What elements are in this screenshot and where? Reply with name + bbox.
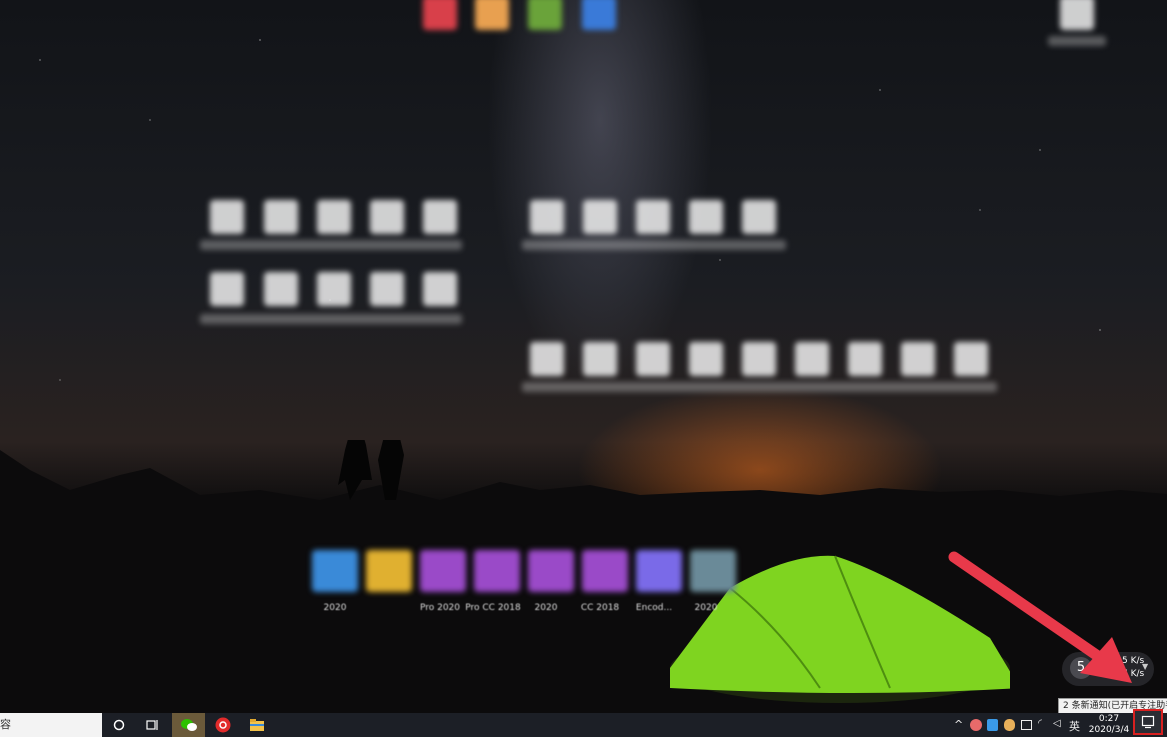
desktop-app-icon[interactable] xyxy=(366,550,412,592)
taskbar-app-file-explorer[interactable] xyxy=(244,713,270,737)
desktop-file-icon[interactable] xyxy=(636,342,670,376)
desktop-file-icon[interactable] xyxy=(530,200,564,234)
desktop-app-label: Encod... xyxy=(635,603,673,613)
desktop-file-icon[interactable] xyxy=(848,342,882,376)
desktop-file-icon[interactable] xyxy=(636,200,670,234)
desktop-file-icon[interactable] xyxy=(423,200,457,234)
input-method-indicator[interactable]: 英 xyxy=(1069,718,1080,734)
desktop-file-icon[interactable] xyxy=(264,200,298,234)
battery-icon[interactable] xyxy=(1021,720,1032,730)
desktop-file-icon[interactable] xyxy=(1060,0,1094,30)
cortana-circle-icon xyxy=(113,719,125,731)
desktop-file-icon[interactable] xyxy=(317,200,351,234)
desktop-app-label: 2020 xyxy=(694,603,718,613)
desktop-app-icon[interactable] xyxy=(474,550,520,592)
desktop-app-label: 2020 xyxy=(534,603,558,613)
wifi-icon[interactable]: ◜ xyxy=(1038,718,1042,729)
tray-avatar-icon[interactable] xyxy=(1004,719,1015,731)
desktop-file-icon[interactable] xyxy=(530,342,564,376)
desktop-app-icon[interactable] xyxy=(475,0,509,30)
desktop-file-icon[interactable] xyxy=(370,272,404,306)
desktop-app-icon[interactable] xyxy=(528,0,562,30)
desktop-file-icon[interactable] xyxy=(795,342,829,376)
clock-time: 0:27 xyxy=(1098,714,1120,724)
clock[interactable]: 0:27 2020/3/4 xyxy=(1088,714,1130,736)
volume-icon[interactable]: ◁ xyxy=(1053,718,1061,729)
desktop-app-label: 2020 xyxy=(323,603,347,613)
folder-icon xyxy=(250,719,264,731)
desktop-file-icon[interactable] xyxy=(210,200,244,234)
desktop-app-icon[interactable] xyxy=(423,0,457,30)
action-center-button[interactable] xyxy=(1133,709,1163,735)
security-shield-icon[interactable] xyxy=(987,719,998,731)
star-field xyxy=(0,0,1167,470)
notification-icon xyxy=(1141,715,1155,729)
desktop-file-icon[interactable] xyxy=(317,272,351,306)
desktop-app-icon[interactable] xyxy=(636,550,682,592)
desktop-icon-label xyxy=(522,240,786,250)
desktop-file-icon[interactable] xyxy=(370,200,404,234)
desktop-app-icon[interactable] xyxy=(420,550,466,592)
desktop-file-icon[interactable] xyxy=(689,342,723,376)
desktop-file-icon[interactable] xyxy=(583,200,617,234)
desktop-file-icon[interactable] xyxy=(742,342,776,376)
desktop-icon-label xyxy=(1048,36,1106,46)
desktop-file-icon[interactable] xyxy=(742,200,776,234)
taskbar-app-wechat[interactable] xyxy=(172,713,205,737)
desktop-file-icon[interactable] xyxy=(264,272,298,306)
chevron-up-icon[interactable]: ^ xyxy=(954,718,963,731)
taskbar-app-netease-music[interactable] xyxy=(210,713,236,737)
desktop-file-icon[interactable] xyxy=(423,272,457,306)
desktop-app-label: CC 2018 xyxy=(580,603,620,613)
taskbar: 容 ^ ◜ ◁ 英 0:27 2020/3/4 xyxy=(0,709,1167,737)
wechat-icon xyxy=(180,719,197,731)
desktop-icon-label xyxy=(200,314,462,324)
desktop-app-icon[interactable] xyxy=(528,550,574,592)
desktop-file-icon[interactable] xyxy=(901,342,935,376)
task-view-icon xyxy=(146,720,158,730)
cortana-button[interactable] xyxy=(108,713,130,737)
desktop-app-icon[interactable] xyxy=(582,0,616,30)
desktop-icon-label xyxy=(200,240,462,250)
desktop-app-icon[interactable] xyxy=(582,550,628,592)
desktop-app-label: Pro 2020 xyxy=(419,603,461,613)
desktop-icon-label xyxy=(522,382,997,392)
netease-music-icon xyxy=(215,717,231,733)
desktop-file-icon[interactable] xyxy=(583,342,617,376)
tray-app-icon[interactable] xyxy=(970,719,982,731)
desktop-app-icon[interactable] xyxy=(690,550,736,592)
desktop-app-label: Pro CC 2018 xyxy=(465,603,521,613)
desktop-app-icon[interactable] xyxy=(312,550,358,592)
red-arrow-annotation xyxy=(948,551,1132,683)
desktop-file-icon[interactable] xyxy=(689,200,723,234)
task-view-button[interactable] xyxy=(140,713,164,737)
search-box[interactable]: 容 xyxy=(0,713,102,737)
desktop-file-icon[interactable] xyxy=(954,342,988,376)
clock-date: 2020/3/4 xyxy=(1088,725,1130,735)
desktop: 2020 Pro 2020 Pro CC 2018 2020 CC 2018 E… xyxy=(0,0,1167,713)
desktop-file-icon[interactable] xyxy=(210,272,244,306)
